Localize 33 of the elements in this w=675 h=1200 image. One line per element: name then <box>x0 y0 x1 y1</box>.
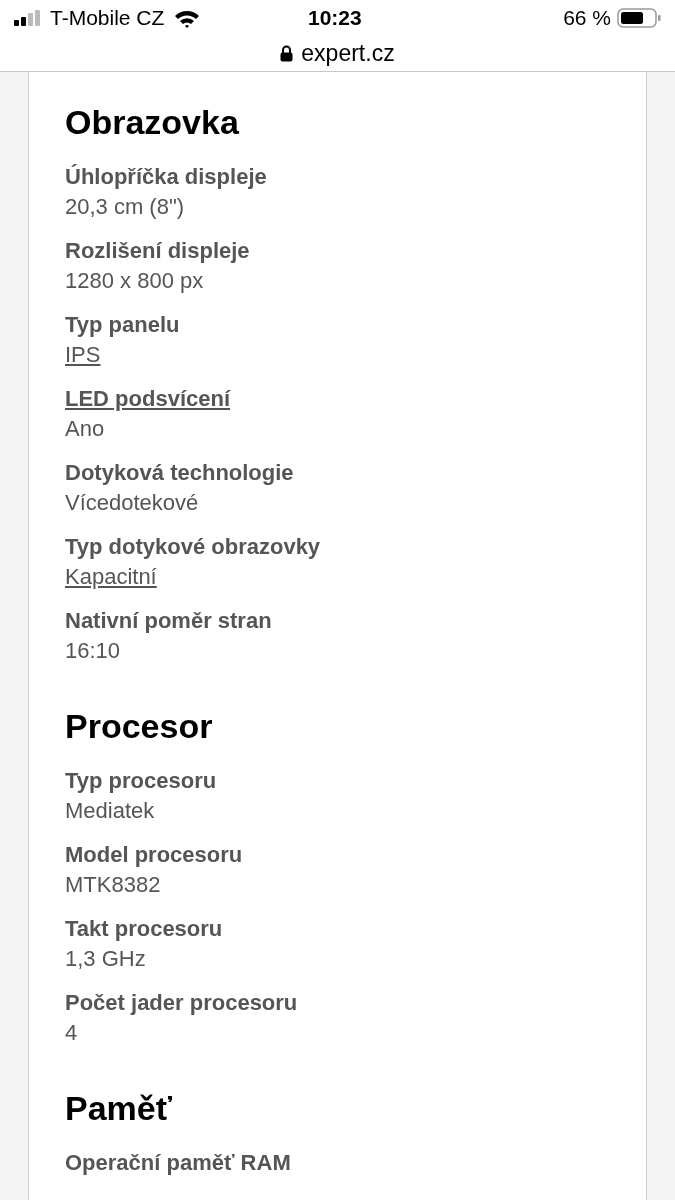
spec-label: Typ dotykové obrazovky <box>65 534 321 559</box>
battery-icon <box>617 8 661 28</box>
spec-label: Typ panelu <box>65 312 180 337</box>
spec-label: Model procesoru <box>65 842 243 867</box>
spec-label: Typ procesoru <box>65 768 217 793</box>
spec-label: Počet jader procesoru <box>65 990 298 1015</box>
spec-label-link[interactable]: LED podsvícení <box>65 386 231 411</box>
battery-percentage: 66 % <box>563 5 611 32</box>
section-heading: Procesor <box>65 706 214 746</box>
spec-value: Vícedotekové <box>65 490 199 515</box>
spec-value-link[interactable]: Kapacitní <box>65 564 157 589</box>
spec-value: 1,3 GHz <box>65 946 146 971</box>
spec-label: Dotyková technologie <box>65 460 294 485</box>
spec-label: Rozlišení displeje <box>65 238 250 263</box>
spec-label: Úhlopříčka displeje <box>65 164 267 189</box>
spec-value: 4 <box>65 1020 78 1045</box>
section-heading: Paměť <box>65 1088 173 1128</box>
page-address[interactable]: expert.cz <box>301 36 395 71</box>
spec-label: Takt procesoru <box>65 916 223 941</box>
spec-label: Nativní poměr stran <box>65 608 272 633</box>
lock-icon <box>280 45 294 62</box>
wifi-icon <box>174 8 201 28</box>
spec-value: Ano <box>65 416 105 441</box>
spec-value: 16:10 <box>65 638 121 663</box>
spec-value-link[interactable]: IPS <box>65 342 101 367</box>
carrier-name: T-Mobile CZ <box>50 5 165 32</box>
spec-value: 20,3 cm (8") <box>65 194 185 219</box>
clock-time: 10:23 <box>308 5 362 32</box>
spec-value: MTK8382 <box>65 872 161 897</box>
spec-value: 1280 x 800 px <box>65 268 204 293</box>
spec-value: Mediatek <box>65 798 155 823</box>
section-heading: Obrazovka <box>65 102 240 142</box>
spec-label: Operační paměť RAM <box>65 1150 291 1175</box>
